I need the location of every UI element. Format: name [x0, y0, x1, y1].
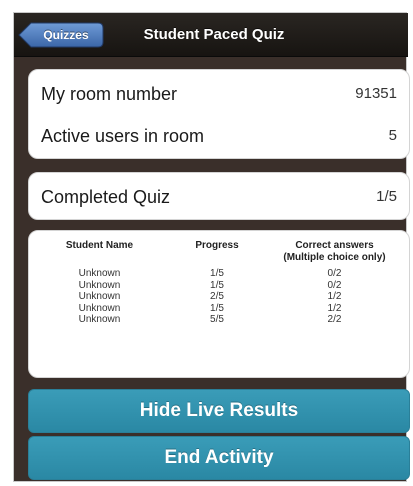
- correct-answers-cell: 0/2: [327, 268, 342, 279]
- table-row: Unknown 1/5 0/2: [37, 268, 397, 280]
- column-header-correct-answers: Correct answers (Multiple choice only): [283, 240, 386, 263]
- table-header-row: Student Name Progress Correct answers (M…: [37, 239, 397, 268]
- room-info-card: My room number 91351 Active users in roo…: [28, 69, 410, 159]
- room-number-row: My room number 91351: [29, 74, 409, 114]
- progress-cell: 5/5: [210, 314, 224, 325]
- room-number-value: 91351: [355, 85, 397, 102]
- active-users-label: Active users in room: [41, 126, 205, 146]
- table-row: Unknown 2/5 1/2: [37, 291, 397, 303]
- active-users-value: 5: [388, 127, 397, 144]
- completed-quiz-card[interactable]: Completed Quiz 1/5: [28, 172, 410, 220]
- navigation-bar: Quizzes Student Paced Quiz: [14, 13, 408, 57]
- completed-quiz-label: Completed Quiz: [41, 187, 171, 207]
- table-row: Unknown 1/5 0/2: [37, 280, 397, 292]
- student-name-cell: Unknown: [78, 279, 121, 291]
- page-title: Student Paced Quiz: [143, 26, 285, 43]
- completed-quiz-row: Completed Quiz 1/5: [29, 177, 409, 217]
- column-header-progress: Progress: [195, 240, 239, 251]
- table-row: Unknown 5/5 2/2: [37, 314, 397, 326]
- student-name-cell: Unknown: [78, 291, 121, 302]
- hide-live-results-button[interactable]: Hide Live Results: [28, 389, 410, 433]
- correct-answers-cell: 0/2: [327, 279, 342, 291]
- progress-cell: 2/5: [210, 291, 224, 302]
- progress-cell: 1/5: [210, 268, 224, 279]
- table-row: Unknown 1/5 1/2: [37, 303, 397, 315]
- room-number-label: My room number: [41, 84, 178, 104]
- completed-quiz-value: 1/5: [376, 188, 397, 205]
- progress-cell: 1/5: [210, 279, 224, 291]
- live-results-card: Student Name Progress Correct answers (M…: [28, 230, 410, 378]
- back-button-quizzes[interactable]: Quizzes: [18, 22, 104, 48]
- student-name-cell: Unknown: [78, 268, 121, 279]
- correct-answers-cell: 2/2: [327, 314, 342, 325]
- correct-answers-cell: 1/2: [327, 291, 342, 302]
- live-results-table: Student Name Progress Correct answers (M…: [37, 239, 397, 326]
- column-header-student-name: Student Name: [65, 240, 134, 251]
- app-screen: Quizzes Student Paced Quiz My room numbe…: [13, 12, 410, 482]
- end-activity-button[interactable]: End Activity: [28, 436, 410, 480]
- progress-cell: 1/5: [210, 302, 224, 314]
- active-users-row: Active users in room 5: [29, 116, 409, 156]
- student-name-cell: Unknown: [78, 314, 121, 325]
- back-button-label: Quizzes: [43, 28, 89, 42]
- student-name-cell: Unknown: [78, 302, 121, 314]
- correct-answers-cell: 1/2: [327, 302, 342, 314]
